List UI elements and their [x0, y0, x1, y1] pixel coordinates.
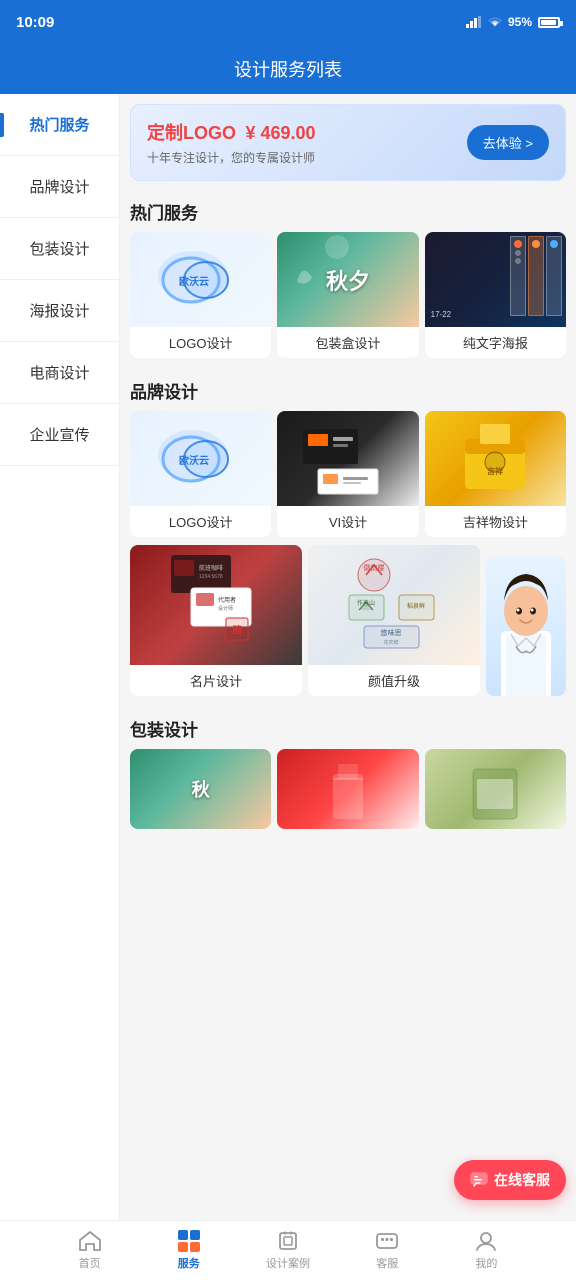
- svg-text:腩: 腩: [232, 624, 241, 635]
- brand-mascot-img: 吉祥: [425, 411, 566, 506]
- assistant-avatar: [486, 556, 566, 696]
- pkg-item-1[interactable]: 秋: [130, 749, 271, 829]
- brand-item-logo[interactable]: 欧沃云 LOGO设计: [130, 411, 271, 537]
- brand-logo-img: 欧沃云: [130, 411, 271, 506]
- svg-text:设计师: 设计师: [218, 605, 233, 612]
- cs-label: 在线客服: [494, 1170, 550, 1190]
- nav-item-profile[interactable]: 我的: [437, 1230, 536, 1271]
- svg-text:稻泉鲜: 稻泉鲜: [407, 602, 425, 610]
- svg-text:航班咖啡: 航班咖啡: [199, 564, 223, 572]
- promo-banner[interactable]: 定制LOGO ¥ 469.00 十年专注设计，您的专属设计师 去体验 >: [130, 104, 566, 181]
- battery-text: 95%: [508, 15, 532, 29]
- signal-icon: [466, 16, 482, 28]
- sidebar: 热门服务 品牌设计 包装设计 海报设计 电商设计 企业宣传: [0, 94, 120, 1220]
- status-right: 95%: [466, 15, 560, 29]
- hot-section-title: 热门服务: [120, 187, 576, 232]
- banner-button[interactable]: 去体验 >: [467, 125, 549, 160]
- pkg-img-3: [425, 749, 566, 829]
- brand-vi-img: [277, 411, 418, 506]
- status-bar: 10:09 95%: [0, 0, 576, 44]
- hot-packaging-label: 包装盒设计: [277, 327, 418, 358]
- customer-service-button[interactable]: 在线客服: [454, 1160, 566, 1200]
- svg-text:悠味思: 悠味思: [381, 628, 402, 637]
- packaging-section-title: 包装设计: [120, 704, 576, 749]
- packaging-grid: 秋: [120, 749, 576, 829]
- home-icon: [78, 1230, 102, 1252]
- svg-text:代用者: 代用者: [218, 596, 236, 604]
- brand-value-img: 徽韵楼 作善山 稻泉鲜 悠味思 花农鲜: [308, 545, 480, 665]
- service-icon: [178, 1230, 200, 1252]
- main-layout: 热门服务 品牌设计 包装设计 海报设计 电商设计 企业宣传 定制LOGO ¥ 4…: [0, 94, 576, 1220]
- sidebar-item-brand[interactable]: 品牌设计: [0, 156, 119, 218]
- sidebar-item-poster[interactable]: 海报设计: [0, 280, 119, 342]
- brand-item-mascot[interactable]: 吉祥 吉祥物设计: [425, 411, 566, 537]
- hot-item-logo[interactable]: 欧沃云 LOGO设计: [130, 232, 271, 358]
- hot-logo-img: 欧沃云: [130, 232, 271, 327]
- support-icon: [375, 1230, 399, 1252]
- pkg-img-1: 秋: [130, 749, 271, 829]
- brand-grid-row1: 欧沃云 LOGO设计: [120, 411, 576, 537]
- hot-item-poster[interactable]: 17-22 纯文字海报: [425, 232, 566, 358]
- hot-services-grid: 欧沃云 LOGO设计 秋夕 包装盒设计: [120, 232, 576, 358]
- battery-icon: [538, 17, 560, 28]
- logo-graphic: 欧沃云: [156, 250, 246, 310]
- brand-row2: 航班咖啡 1234 5678 代用者 设计师 腩 名片设计: [120, 545, 576, 696]
- nav-item-home[interactable]: 首页: [40, 1230, 139, 1271]
- hot-poster-img: 17-22: [425, 232, 566, 327]
- page-title: 设计服务列表: [234, 56, 342, 82]
- sidebar-item-packaging[interactable]: 包装设计: [0, 218, 119, 280]
- hot-item-packaging[interactable]: 秋夕 包装盒设计: [277, 232, 418, 358]
- svg-text:欧沃云: 欧沃云: [179, 454, 209, 467]
- chat-icon: [470, 1172, 488, 1188]
- nav-item-service[interactable]: 服务: [139, 1230, 238, 1271]
- brand-item-value[interactable]: 徽韵楼 作善山 稻泉鲜 悠味思 花农鲜: [308, 545, 480, 696]
- hot-logo-label: LOGO设计: [130, 327, 271, 358]
- sidebar-item-corporate[interactable]: 企业宣传: [0, 404, 119, 466]
- hot-poster-label: 纯文字海报: [425, 327, 566, 358]
- banner-subtitle: 十年专注设计，您的专属设计师: [147, 149, 316, 166]
- hot-packaging-img: 秋夕: [277, 232, 418, 327]
- header: 设计服务列表: [0, 44, 576, 94]
- brand-value-label: 颜值升级: [308, 665, 480, 696]
- nav-item-support[interactable]: 客服: [338, 1230, 437, 1271]
- pkg-item-3[interactable]: [425, 749, 566, 829]
- nav-service-label: 服务: [178, 1255, 200, 1271]
- svg-text:花农鲜: 花农鲜: [383, 639, 398, 646]
- sidebar-item-ecommerce[interactable]: 电商设计: [0, 342, 119, 404]
- brand-namecard-label: 名片设计: [130, 665, 302, 696]
- cases-icon: [277, 1230, 299, 1252]
- content-area: 定制LOGO ¥ 469.00 十年专注设计，您的专属设计师 去体验 > 热门服…: [120, 94, 576, 1220]
- nav-home-label: 首页: [79, 1255, 101, 1271]
- svg-text:1234 5678: 1234 5678: [199, 574, 223, 580]
- bottom-nav: 首页 服务 设计案例 客服 我的: [0, 1220, 576, 1280]
- brand-namecard-img: 航班咖啡 1234 5678 代用者 设计师 腩: [130, 545, 302, 665]
- pkg-img-2: [277, 749, 418, 829]
- svg-text:欧沃云: 欧沃云: [179, 275, 209, 288]
- wifi-icon: [488, 16, 502, 28]
- sidebar-item-hot[interactable]: 热门服务: [0, 94, 119, 156]
- banner-title: 定制LOGO ¥ 469.00: [147, 119, 316, 145]
- pkg-item-2[interactable]: [277, 749, 418, 829]
- profile-icon: [475, 1230, 497, 1252]
- brand-logo-label: LOGO设计: [130, 506, 271, 537]
- nav-support-label: 客服: [376, 1255, 398, 1271]
- nav-cases-label: 设计案例: [266, 1255, 310, 1271]
- nav-profile-label: 我的: [475, 1255, 497, 1271]
- portrait-container: [486, 545, 566, 696]
- brand-mascot-label: 吉祥物设计: [425, 506, 566, 537]
- brand-section-title: 品牌设计: [120, 366, 576, 411]
- nav-item-cases[interactable]: 设计案例: [238, 1230, 337, 1271]
- brand-item-vi[interactable]: VI设计: [277, 411, 418, 537]
- time: 10:09: [16, 14, 54, 31]
- brand-vi-label: VI设计: [277, 506, 418, 537]
- brand-item-namecard[interactable]: 航班咖啡 1234 5678 代用者 设计师 腩 名片设计: [130, 545, 302, 696]
